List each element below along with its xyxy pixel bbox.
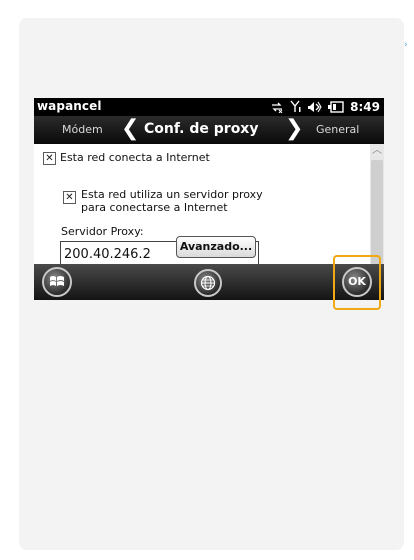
app-title: wapancel: [37, 99, 102, 113]
status-icons: 8:49: [264, 98, 380, 116]
proxy-checkbox[interactable]: ✕: [63, 191, 76, 204]
internet-checkbox-label: Esta red conecta a Internet: [60, 151, 210, 164]
signal-icon: [290, 98, 302, 117]
tab-modem[interactable]: Módem: [62, 123, 103, 136]
proxy-server-label: Servidor Proxy:: [61, 225, 144, 238]
bottom-softkey-bar: OK: [34, 264, 384, 300]
device-screen: wapancel 8:49 Módem ❮ Conf. de proxy ❯ G…: [34, 98, 384, 300]
ok-highlight-box: [333, 255, 381, 310]
globe-icon: [200, 275, 216, 294]
nav-prev-arrow-icon[interactable]: ❮: [121, 116, 139, 142]
battery-icon: [328, 98, 344, 117]
status-bar: wapancel 8:49: [34, 98, 384, 116]
proxy-checkbox-label-line2: para conectarse a Internet: [81, 201, 228, 214]
proxy-checkbox-label-line1: Esta red utiliza un servidor proxy: [81, 188, 263, 201]
windows-start-icon: [49, 276, 65, 293]
volume-icon: [308, 98, 322, 117]
nav-next-arrow-icon[interactable]: ❯: [285, 116, 303, 142]
scroll-up-icon[interactable]: ︿: [370, 144, 384, 158]
tab-navigation-bar: Módem ❮ Conf. de proxy ❯ General: [34, 116, 384, 144]
corner-chevron-icon: ›: [404, 40, 408, 50]
start-button[interactable]: [42, 267, 72, 297]
current-tab-title: Conf. de proxy: [144, 121, 259, 137]
internet-button[interactable]: [194, 269, 222, 297]
tab-general[interactable]: General: [316, 123, 359, 136]
clock-time: 8:49: [350, 100, 380, 114]
internet-checkbox[interactable]: ✕: [43, 152, 56, 165]
scroll-thumb[interactable]: [371, 160, 383, 264]
vertical-scrollbar[interactable]: ︿: [370, 144, 384, 264]
network-icon: [270, 98, 284, 117]
advanced-button[interactable]: Avanzado...: [176, 236, 256, 258]
